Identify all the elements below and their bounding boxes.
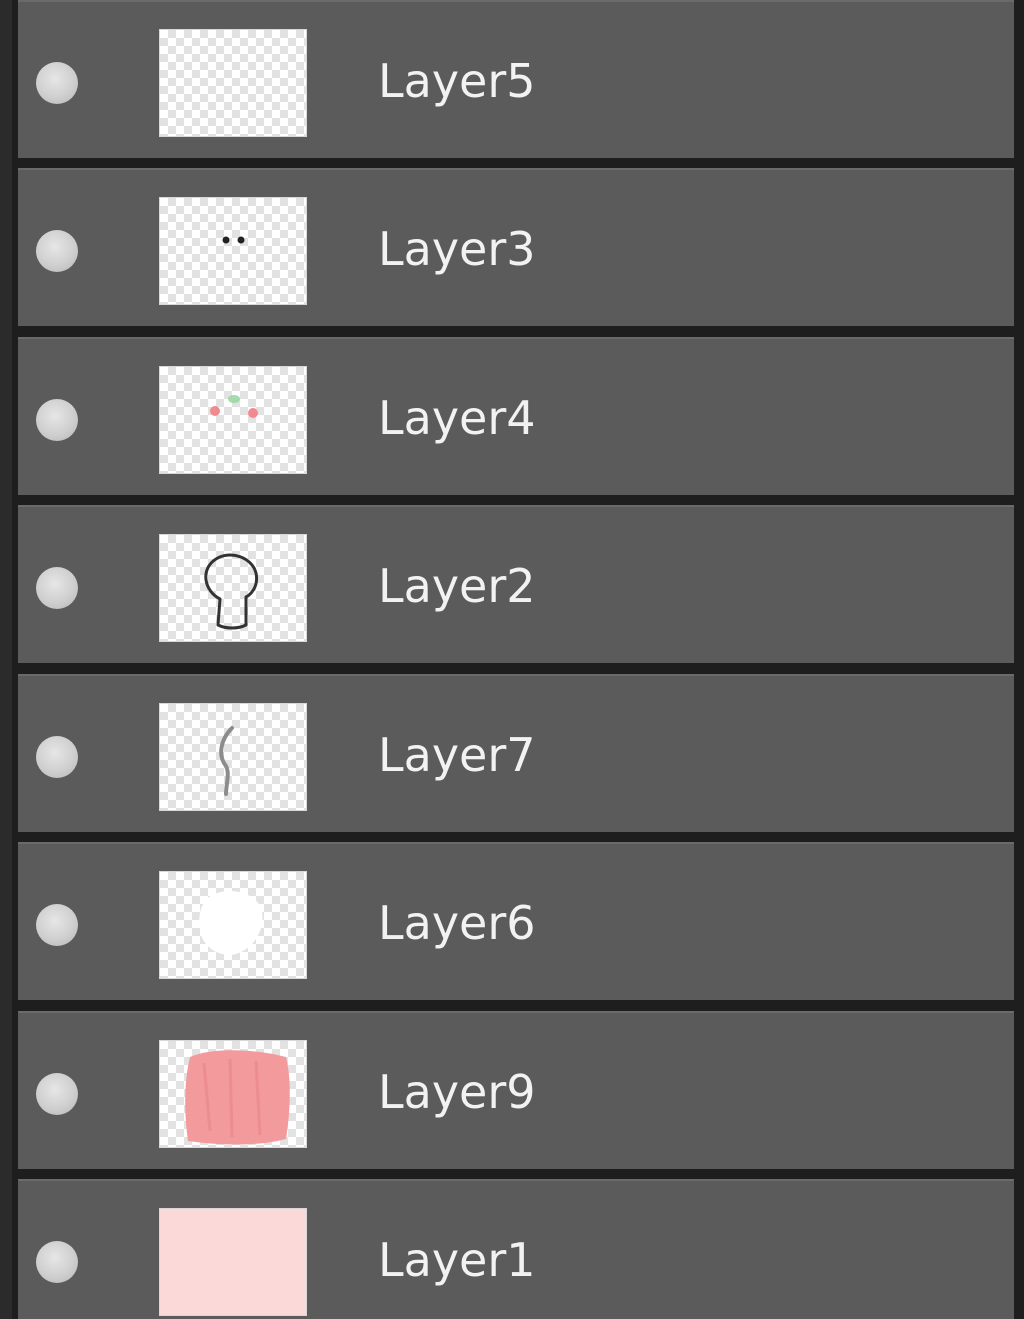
- layer-row[interactable]: Layer7: [18, 674, 1014, 832]
- visibility-toggle-icon[interactable]: [36, 904, 78, 946]
- layer-thumbnail: [160, 367, 306, 473]
- layer-name: Layer9: [378, 1065, 536, 1119]
- panel-left-border: [0, 0, 12, 1319]
- layer-thumbnail: [160, 704, 306, 810]
- layer-row[interactable]: Layer4: [18, 337, 1014, 495]
- layers-panel: Layer5 Layer3 Layer4 Layer2 Layer7 Layer…: [0, 0, 1024, 1319]
- curve-stroke-sketch: [219, 726, 234, 796]
- layer-name: Layer1: [378, 1233, 536, 1287]
- layer-thumbnail: [160, 1041, 306, 1147]
- two-dots-sketch: [222, 236, 245, 244]
- head-outline-sketch: [204, 553, 259, 630]
- layer-name: Layer7: [378, 728, 536, 782]
- layer-row[interactable]: Layer2: [18, 505, 1014, 663]
- layer-thumbnail: [160, 1209, 306, 1315]
- visibility-toggle-icon[interactable]: [36, 1241, 78, 1283]
- visibility-toggle-icon[interactable]: [36, 736, 78, 778]
- layer-name: Layer4: [378, 391, 536, 445]
- visibility-toggle-icon[interactable]: [36, 567, 78, 609]
- layer-row[interactable]: Layer5: [18, 0, 1014, 158]
- layer-name: Layer2: [378, 559, 536, 613]
- visibility-toggle-icon[interactable]: [36, 230, 78, 272]
- cheeks-sketch: [210, 395, 258, 418]
- layer-row[interactable]: Layer6: [18, 842, 1014, 1000]
- visibility-toggle-icon[interactable]: [36, 399, 78, 441]
- layer-row[interactable]: Layer1: [18, 1179, 1014, 1319]
- layer-name: Layer5: [378, 54, 536, 108]
- layer-thumbnail: [160, 872, 306, 978]
- layer-name: Layer6: [378, 896, 536, 950]
- layer-thumbnail: [160, 30, 306, 136]
- layer-row[interactable]: Layer3: [18, 168, 1014, 326]
- layer-thumbnail: [160, 535, 306, 641]
- visibility-toggle-icon[interactable]: [36, 1073, 78, 1115]
- white-blob-sketch: [199, 891, 263, 955]
- layer-name: Layer3: [378, 222, 536, 276]
- layer-row[interactable]: Layer9: [18, 1011, 1014, 1169]
- visibility-toggle-icon[interactable]: [36, 62, 78, 104]
- layer-thumbnail: [160, 198, 306, 304]
- pink-fill-sketch: [185, 1050, 290, 1145]
